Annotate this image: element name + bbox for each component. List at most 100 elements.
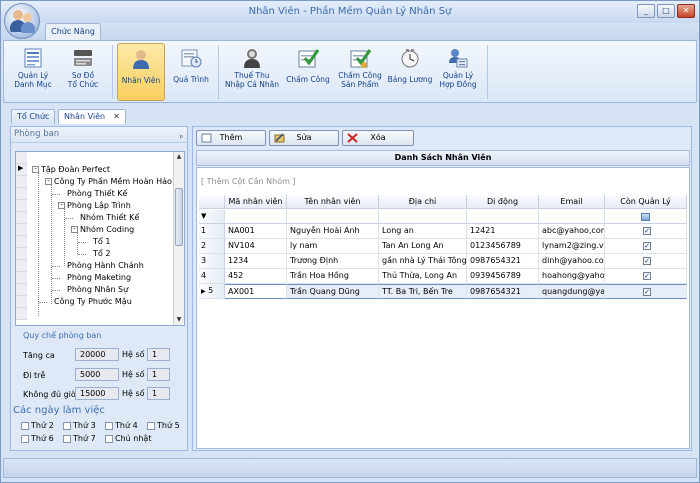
ribbon-button-income-tax[interactable]: Thuế Thu Nhập Cá Nhân bbox=[223, 43, 281, 101]
app-menu-orb-icon[interactable] bbox=[4, 3, 40, 39]
tab-close-icon[interactable]: ✕ bbox=[113, 112, 120, 121]
short-hours-coefficient-field[interactable]: 1 bbox=[147, 387, 170, 400]
document-tabs: Tổ Chức Nhân Viên ✕ bbox=[1, 108, 699, 124]
day-checkbox[interactable]: Thứ 7 bbox=[63, 434, 96, 443]
tree-item[interactable]: Phòng Thiết Kế bbox=[67, 188, 184, 200]
ribbon-tab-strip bbox=[1, 23, 699, 41]
ribbon-button-timesheet[interactable]: Chấm Công bbox=[285, 43, 331, 101]
tab-employees[interactable]: Nhân Viên ✕ bbox=[58, 109, 126, 124]
day-checkbox[interactable]: Thứ 4 bbox=[105, 421, 138, 430]
scroll-thumb[interactable] bbox=[175, 188, 183, 246]
ribbon-button-process[interactable]: Quá Trình bbox=[169, 43, 213, 101]
close-button[interactable]: ✕ bbox=[677, 4, 695, 18]
tree-item[interactable]: Công Ty Phần Mềm Hoàn Hảo bbox=[54, 176, 184, 188]
filter-cell[interactable] bbox=[225, 210, 287, 224]
grid-header-row: Mã nhân viên Tên nhân viên Địa chỉ Di độ… bbox=[199, 195, 687, 209]
active-checkbox[interactable]: ✓ bbox=[643, 257, 651, 265]
org-chart-icon bbox=[72, 47, 94, 69]
tree-item[interactable]: Tập Đoàn Perfect bbox=[41, 164, 184, 176]
active-checkbox[interactable]: ✓ bbox=[643, 227, 651, 235]
table-row[interactable]: 4 452 Trần Hoa Hồng Thủ Thừa, Long An 09… bbox=[199, 269, 687, 284]
tab-organization[interactable]: Tổ Chức bbox=[11, 109, 56, 124]
tree-item[interactable]: Phòng Lập Trình bbox=[67, 200, 184, 212]
day-checkbox[interactable]: Chủ nhật bbox=[105, 434, 151, 443]
tree-item[interactable]: Nhóm Thiết Kế bbox=[80, 212, 184, 224]
table-row[interactable]: 1 NA001 Nguyễn Hoài Anh Long an 12421 ab… bbox=[199, 224, 687, 239]
filter-cell[interactable] bbox=[379, 210, 467, 224]
tax-icon bbox=[241, 47, 263, 69]
column-header[interactable]: Địa chỉ bbox=[379, 195, 467, 209]
scroll-down-icon: ▼ bbox=[176, 316, 182, 323]
column-header[interactable]: Mã nhân viên bbox=[225, 195, 287, 209]
tree-item[interactable]: Tổ 1 bbox=[93, 236, 184, 248]
group-by-panel[interactable]: [ Thêm Cột Cần Nhóm ] bbox=[201, 177, 296, 186]
add-button[interactable]: Thêm bbox=[196, 130, 266, 146]
late-coefficient-field[interactable]: 1 bbox=[147, 368, 170, 381]
filter-cell[interactable] bbox=[539, 210, 605, 224]
column-header[interactable]: Di động bbox=[467, 195, 539, 209]
overtime-coefficient-field[interactable]: 1 bbox=[147, 348, 170, 361]
header-row-selector bbox=[199, 195, 225, 209]
filter-cell[interactable] bbox=[605, 210, 687, 224]
overtime-rate-field[interactable]: 20000 bbox=[75, 348, 119, 361]
payroll-icon bbox=[399, 47, 421, 69]
grid-filter-row[interactable]: ▼ bbox=[199, 210, 687, 224]
day-checkbox[interactable]: Thứ 3 bbox=[63, 421, 96, 430]
process-icon bbox=[180, 47, 202, 69]
department-tree[interactable]: ▶ - - - - Tập Đoàn Perfect Công Ty Phần … bbox=[15, 151, 185, 326]
column-header[interactable]: Email bbox=[539, 195, 605, 209]
tree-item[interactable]: Công Ty Phước Mậu bbox=[54, 296, 184, 308]
column-header[interactable]: Còn Quản Lý bbox=[605, 195, 687, 209]
table-row[interactable]: 3 1234 Trương Định gần nhà Lý Thái Tông … bbox=[199, 254, 687, 269]
tree-scrollbar[interactable]: ▲ ▼ bbox=[173, 152, 184, 325]
ribbon-button-employees[interactable]: Nhân Viên bbox=[117, 43, 165, 101]
status-bar bbox=[3, 458, 697, 478]
working-days-title: Các ngày làm việc bbox=[13, 405, 105, 416]
tree-item[interactable]: Phòng Hành Chánh bbox=[67, 260, 184, 272]
ribbon-button-org-chart[interactable]: Sơ Đồ Tổ Chức bbox=[60, 43, 106, 101]
filter-cell[interactable] bbox=[467, 210, 539, 224]
ribbon-button-product-timesheet[interactable]: Chấm Công Sản Phẩm bbox=[335, 43, 385, 101]
tree-item[interactable]: Tổ 2 bbox=[93, 248, 184, 260]
checkbox-filter-icon bbox=[641, 213, 650, 221]
filter-cell[interactable] bbox=[287, 210, 379, 224]
employee-icon bbox=[130, 48, 152, 70]
contract-icon bbox=[447, 47, 469, 69]
column-header[interactable]: Tên nhân viên bbox=[287, 195, 379, 209]
list-icon bbox=[22, 47, 44, 69]
edit-button[interactable]: Sửa bbox=[269, 130, 339, 146]
tree-item[interactable]: Phòng Maketing bbox=[67, 272, 184, 284]
department-panel: Phòng ban ᵖ ▶ - - - - Tập Đoàn Perfect Cô… bbox=[10, 126, 188, 451]
ribbon-button-categories[interactable]: Quản Lý Danh Mục bbox=[10, 43, 56, 101]
active-checkbox[interactable]: ✓ bbox=[643, 288, 651, 296]
day-checkbox[interactable]: Thứ 6 bbox=[21, 434, 54, 443]
delete-button[interactable]: Xóa bbox=[342, 130, 414, 146]
grid-title: Danh Sách Nhân Viên bbox=[196, 150, 690, 166]
table-row[interactable]: 2 NV104 ly nam Tan An Long An 0123456789… bbox=[199, 239, 687, 254]
ribbon-button-payroll[interactable]: Bảng Lương bbox=[387, 43, 433, 101]
maximize-button[interactable]: □ bbox=[657, 4, 675, 18]
table-row-selected[interactable]: ▶ 5 AX001 Trần Quang Dũng TT. Ba Tri, Bế… bbox=[199, 284, 687, 299]
active-checkbox[interactable]: ✓ bbox=[643, 242, 651, 250]
timesheet-icon bbox=[297, 47, 320, 69]
minimize-button[interactable]: _ bbox=[637, 4, 655, 18]
ribbon-tab-functions[interactable]: Chức Năng bbox=[45, 23, 101, 41]
tree-item[interactable]: Phòng Nhân Sự bbox=[67, 284, 184, 296]
short-hours-penalty-field[interactable]: 15000 bbox=[75, 387, 119, 400]
day-checkbox[interactable]: Thứ 5 bbox=[147, 421, 180, 430]
pin-icon[interactable]: ᵖ bbox=[180, 130, 183, 145]
product-timesheet-icon bbox=[349, 47, 372, 69]
title-bar: Nhân Viên - Phần Mềm Quản Lý Nhân Sự _ □… bbox=[1, 1, 699, 23]
day-checkbox[interactable]: Thứ 2 bbox=[21, 421, 54, 430]
employee-grid[interactable]: [ Thêm Cột Cần Nhóm ] Mã nhân viên Tên n… bbox=[196, 167, 690, 449]
ribbon-panel: Quản Lý Danh Mục Sơ Đồ Tổ Chức Nhân Viên… bbox=[3, 40, 697, 103]
scroll-up-icon: ▲ bbox=[176, 153, 182, 160]
late-penalty-field[interactable]: 5000 bbox=[75, 368, 119, 381]
ribbon-button-contracts[interactable]: Quản Lý Hợp Đồng bbox=[435, 43, 481, 101]
department-panel-header: Phòng ban ᵖ bbox=[11, 127, 187, 143]
filter-icon: ▼ bbox=[199, 210, 225, 224]
active-checkbox[interactable]: ✓ bbox=[643, 272, 651, 280]
main-window: Nhân Viên - Phần Mềm Quản Lý Nhân Sự _ □… bbox=[0, 0, 700, 483]
edit-icon bbox=[274, 133, 285, 143]
tree-item[interactable]: Nhóm Coding bbox=[80, 224, 184, 236]
